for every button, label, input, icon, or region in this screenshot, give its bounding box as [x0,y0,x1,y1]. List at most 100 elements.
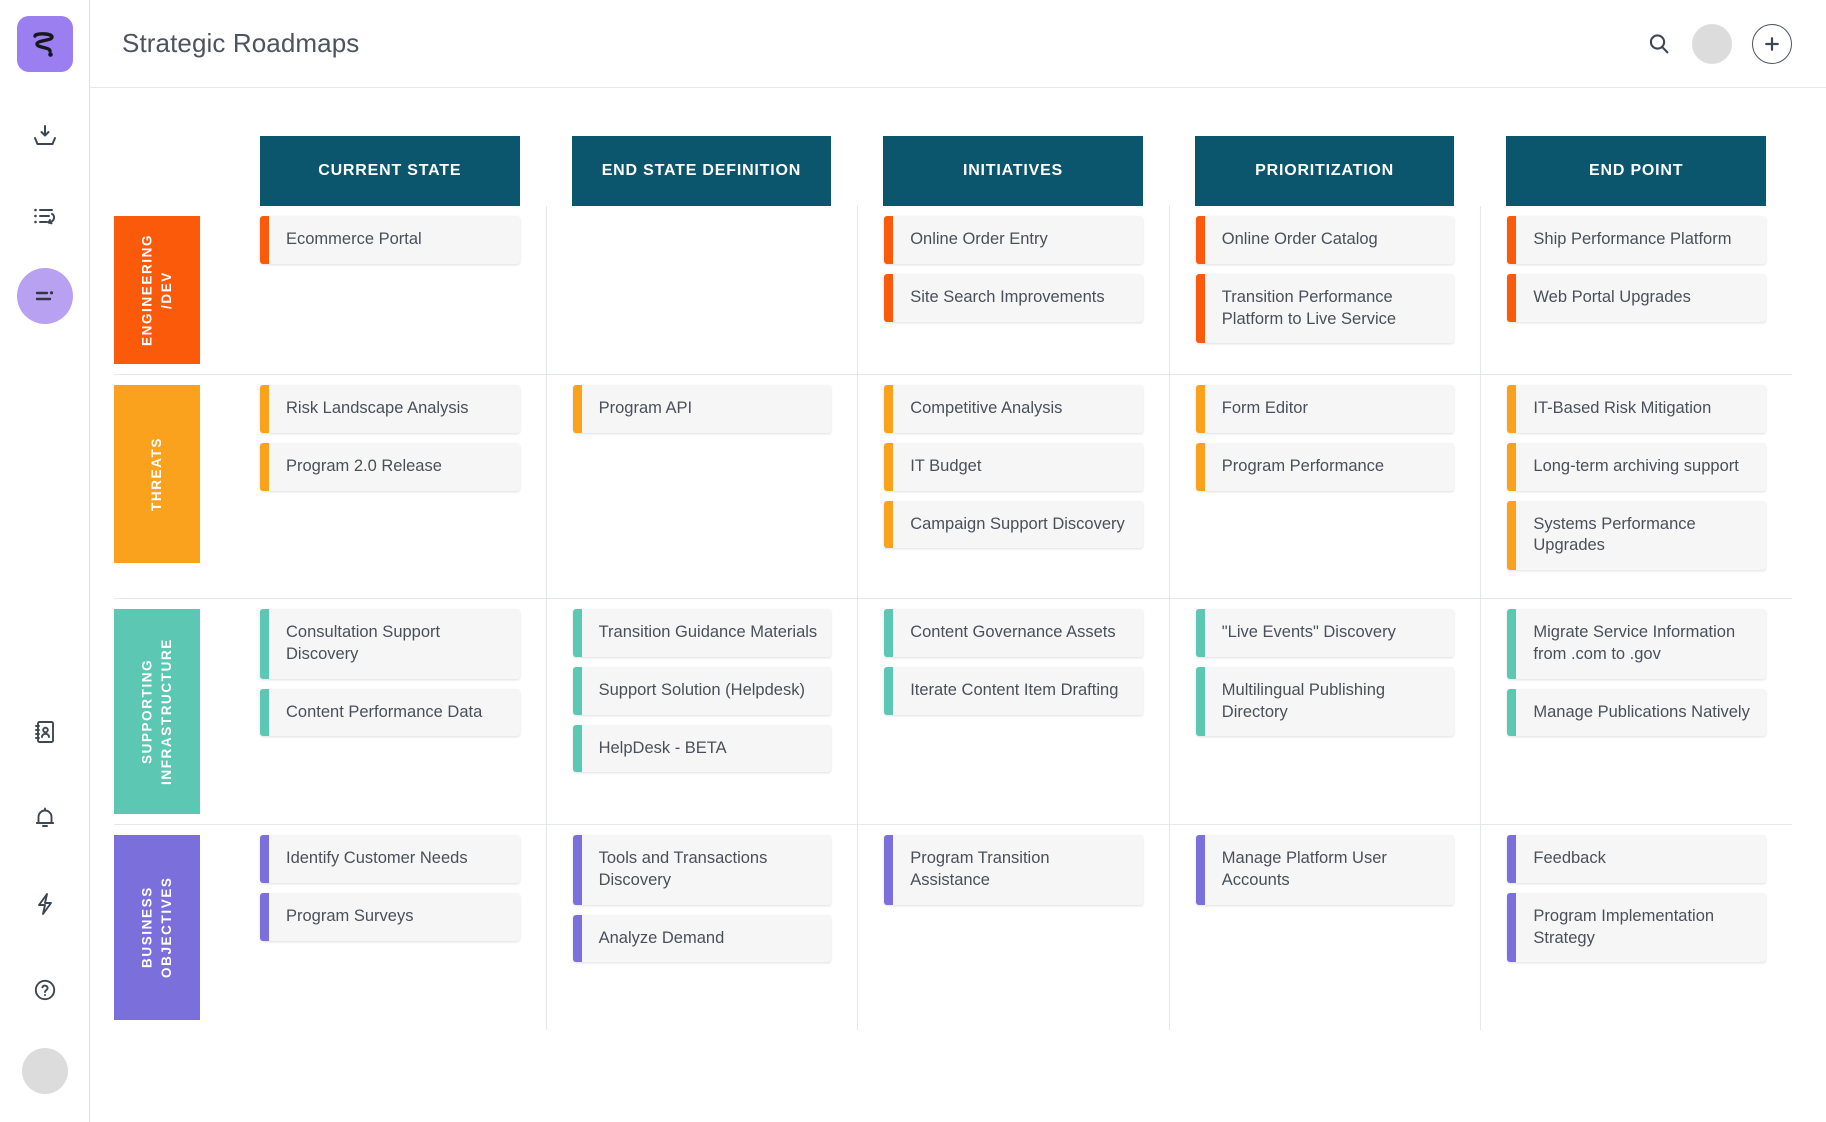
swimlane-engineering-dev: ENGINEERING /DEV Ecommerce Portal Online O… [114,206,1792,374]
card-accent-bar [1196,835,1205,905]
swimlane-label-cell: BUSINESS OBJECTIVES [114,825,234,1030]
card-accent-bar [573,385,582,433]
column-header-end-point[interactable]: END POINT [1506,136,1766,206]
main-area: Strategic Roadmaps CURR [90,0,1826,1122]
column-header-current-state[interactable]: CURRENT STATE [260,136,520,206]
roadmap-card[interactable]: Program Implementation Strategy [1507,893,1766,963]
rail-bottom-group [17,704,73,1122]
search-button[interactable] [1646,31,1672,57]
roadmap-card[interactable]: IT Budget [884,443,1143,491]
card-accent-bar [1196,216,1205,264]
roadmap-card[interactable]: Campaign Support Discovery [884,501,1143,549]
swimlane-label[interactable]: SUPPORTING INFRASTRUCTURE [114,609,200,814]
roadmap-card[interactable]: Program 2.0 Release [260,443,520,491]
column-header-end-state-definition[interactable]: END STATE DEFINITION [572,136,832,206]
add-button[interactable] [1752,24,1792,64]
card-title: Iterate Content Item Drafting [910,680,1118,702]
roadmap-card[interactable]: Long-term archiving support [1507,443,1766,491]
sidebar-item-notifications[interactable] [17,790,73,846]
card-title: Program Transition Assistance [910,848,1129,892]
sidebar-item-automations[interactable] [17,876,73,932]
roadmap-card[interactable]: Feedback [1507,835,1766,883]
roadmap-card[interactable]: Form Editor [1196,385,1455,433]
card-accent-bar [1507,443,1516,491]
roadmap-card[interactable]: Program Performance [1196,443,1455,491]
roadmap-card[interactable]: "Live Events" Discovery [1196,609,1455,657]
sidebar-avatar[interactable] [22,1048,68,1094]
card-accent-bar [573,609,582,657]
card-title: Multilingual Publishing Directory [1222,680,1441,724]
card-title: Support Solution (Helpdesk) [599,680,805,702]
bell-icon [32,805,58,831]
roadmap-card[interactable]: Content Governance Assets [884,609,1143,657]
lane-cell: Ecommerce Portal [234,206,546,374]
sidebar-item-help[interactable] [17,962,73,1018]
roadmap-card[interactable]: Manage Platform User Accounts [1196,835,1455,905]
roadmap-card[interactable]: Support Solution (Helpdesk) [573,667,832,715]
roadmap-card[interactable]: Manage Publications Natively [1507,689,1766,737]
roadmap-card[interactable]: Web Portal Upgrades [1507,274,1766,322]
card-title: Content Governance Assets [910,622,1115,644]
sidebar-item-roadmaps[interactable] [17,268,73,324]
swimlane-label[interactable]: BUSINESS OBJECTIVES [114,835,200,1020]
roadmap-card[interactable]: Ship Performance Platform [1507,216,1766,264]
sidebar-item-contacts[interactable] [17,704,73,760]
roadmap-card[interactable]: Risk Landscape Analysis [260,385,520,433]
lane-cell: Identify Customer Needs Program Surveys [234,825,546,1030]
lane-cell: Program Transition Assistance [857,825,1169,1030]
card-title: Program Implementation Strategy [1533,906,1752,950]
roadmap-card[interactable]: Tools and Transactions Discovery [573,835,832,905]
roadmap-card[interactable]: IT-Based Risk Mitigation [1507,385,1766,433]
lane-cell: Content Governance Assets Iterate Content… [857,599,1169,824]
roadmap-card[interactable]: Identify Customer Needs [260,835,520,883]
roadmap-card[interactable]: Site Search Improvements [884,274,1143,322]
swimlane-label[interactable]: ENGINEERING /DEV [114,216,200,364]
roadmap-card[interactable]: HelpDesk - BETA [573,725,832,773]
card-accent-bar [884,216,893,264]
roadmap-card[interactable]: Program API [573,385,832,433]
swimlane-label-cell: SUPPORTING INFRASTRUCTURE [114,599,234,824]
roadmap-card[interactable]: Analyze Demand [573,915,832,963]
inbox-download-icon [31,122,59,150]
card-title: Risk Landscape Analysis [286,398,469,420]
card-title: Feedback [1533,848,1605,870]
swimlane-list: ENGINEERING /DEV Ecommerce Portal Online O… [114,206,1792,1030]
sidebar-item-history[interactable] [17,188,73,244]
card-accent-bar [884,501,893,549]
swimlane-threats: THREATS Risk Landscape Analysis Program 2.… [114,374,1792,598]
roadmap-card[interactable]: Multilingual Publishing Directory [1196,667,1455,737]
lane-cell: Transition Guidance Materials Support Sol… [546,599,858,824]
roadmap-card[interactable]: Program Surveys [260,893,520,941]
roadmap-card[interactable]: Systems Performance Upgrades [1507,501,1766,571]
roadmap-card[interactable]: Consultation Support Discovery [260,609,520,679]
card-accent-bar [573,835,582,905]
roadmap-card[interactable]: Online Order Entry [884,216,1143,264]
card-accent-bar [260,689,269,737]
card-accent-bar [884,274,893,322]
column-header-prioritization[interactable]: PRIORITIZATION [1195,136,1455,206]
card-accent-bar [1196,443,1205,491]
sidebar-item-inbox[interactable] [17,108,73,164]
swimlane-label[interactable]: THREATS [114,385,200,563]
roadmap-card[interactable]: Content Performance Data [260,689,520,737]
squiggle-logo-icon [28,27,62,61]
column-header-initiatives[interactable]: INITIATIVES [883,136,1143,206]
roadmap-card[interactable]: Online Order Catalog [1196,216,1455,264]
lane-cell: IT-Based Risk Mitigation Long-term archiv… [1480,375,1792,598]
roadmap-card[interactable]: Transition Guidance Materials [573,609,832,657]
card-title: Analyze Demand [599,928,725,950]
top-bar-actions [1646,24,1792,64]
roadmap-card[interactable]: Transition Performance Platform to Live … [1196,274,1455,344]
roadmap-card[interactable]: Ecommerce Portal [260,216,520,264]
header-avatar[interactable] [1692,24,1732,64]
card-accent-bar [1507,893,1516,963]
card-accent-bar [884,443,893,491]
roadmap-card[interactable]: Competitive Analysis [884,385,1143,433]
card-title: Transition Guidance Materials [599,622,818,644]
app-logo[interactable] [17,16,73,72]
roadmap-card[interactable]: Iterate Content Item Drafting [884,667,1143,715]
roadmap-card[interactable]: Program Transition Assistance [884,835,1143,905]
card-title: Online Order Catalog [1222,229,1378,251]
column-header-row: CURRENT STATE END STATE DEFINITION INITI… [114,136,1792,206]
roadmap-card[interactable]: Migrate Service Information from .com to… [1507,609,1766,679]
